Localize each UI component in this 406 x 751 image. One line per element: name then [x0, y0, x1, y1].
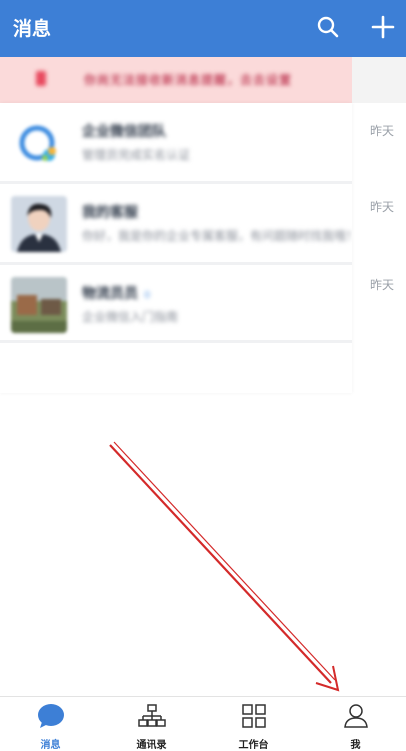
conversation-time: 昨天	[369, 278, 394, 292]
notice-text: 你尚无法接收新消息提醒，去去设置	[84, 73, 293, 87]
conversation-list: 企业微信团队 管理员完成实名认证 我的客服 你好，我是你的企业专属客服，有问题随…	[0, 103, 352, 393]
chat-bubble-icon	[37, 704, 64, 728]
conversation-tag: 0	[144, 290, 151, 301]
search-icon[interactable]	[316, 15, 340, 39]
conversation-preview: 你好，我是你的企业专属客服，有问题随时找我哦！一起	[82, 229, 352, 243]
notification-settings-banner[interactable]: 你尚无法接收新消息提醒，去去设置	[0, 57, 352, 103]
landscape-avatar	[11, 277, 67, 333]
conversation-row[interactable]: 企业微信团队 管理员完成实名认证	[0, 103, 352, 181]
alert-icon	[36, 71, 46, 86]
row-divider	[0, 340, 352, 343]
q-logo-avatar	[11, 115, 67, 171]
conversation-row[interactable]: 物流员员 0 企业微信入门指南	[0, 265, 352, 343]
conversation-name: 企业微信团队	[82, 124, 166, 140]
grid-icon	[241, 704, 266, 728]
notice-right-gap	[352, 57, 406, 103]
page-title: 消息	[13, 18, 52, 40]
conversation-preview: 管理员完成实名认证	[82, 148, 191, 162]
tab-contacts[interactable]: 通讯录	[101, 697, 202, 751]
tab-label: 我	[350, 740, 361, 751]
org-chart-icon	[137, 704, 166, 727]
top-bar: 消息	[0, 0, 406, 57]
conversation-name-text: 物流员员	[82, 286, 138, 302]
tab-workbench[interactable]: 工作台	[203, 697, 304, 751]
tab-label: 消息	[40, 740, 61, 751]
plus-icon[interactable]	[370, 14, 396, 40]
tab-label: 通讯录	[136, 740, 167, 751]
conversation-name: 我的客服	[82, 205, 138, 221]
tab-messages[interactable]: 消息	[0, 697, 101, 751]
tab-me[interactable]: 我	[305, 697, 406, 751]
conversation-row[interactable]: 我的客服 你好，我是你的企业专属客服，有问题随时找我哦！一起	[0, 184, 352, 262]
conversation-preview: 企业微信入门指南	[82, 310, 179, 324]
app-screen: 消息 你尚无法接收新消息提醒，去去设置 昨天 昨天 昨天 企业微信团队 管理员完…	[0, 0, 406, 751]
conversation-time: 昨天	[369, 124, 394, 138]
bottom-tab-bar: 消息 通讯录 工作台 我	[0, 696, 406, 751]
conversation-time: 昨天	[369, 200, 394, 214]
person-avatar	[11, 196, 67, 252]
person-icon	[343, 704, 368, 728]
conversation-name: 物流员员 0	[82, 283, 150, 303]
tab-label: 工作台	[238, 740, 269, 751]
